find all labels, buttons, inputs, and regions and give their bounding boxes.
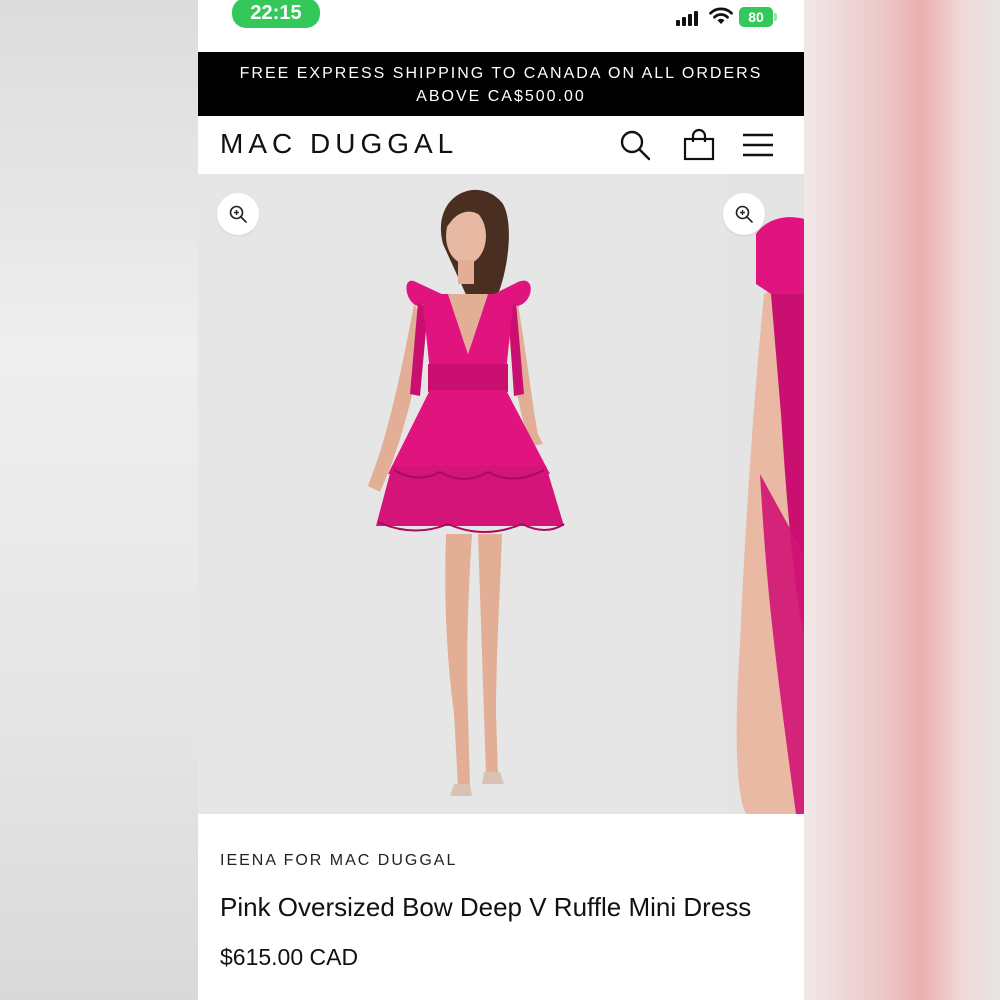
cellular-signal-icon	[676, 10, 702, 26]
wifi-icon	[709, 7, 733, 24]
next-product-image[interactable]	[726, 174, 804, 814]
battery-indicator: 80	[739, 7, 777, 27]
zoom-in-icon	[735, 205, 753, 223]
blurred-background-left	[0, 0, 198, 1000]
product-brand[interactable]: IEENA FOR MAC DUGGAL	[220, 852, 457, 870]
status-time: 22:15	[232, 0, 320, 28]
product-price: $615.00 CAD	[220, 944, 359, 970]
shopping-bag-icon[interactable]	[682, 128, 716, 162]
zoom-in-icon	[229, 205, 247, 223]
product-image-model	[368, 189, 565, 796]
status-bar: 22:15 80	[198, 0, 804, 52]
product-info: IEENA FOR MAC DUGGAL Pink Oversized Bow …	[198, 814, 804, 1000]
blurred-background-right	[804, 0, 1000, 1000]
site-header: MAC DUGGAL	[198, 116, 804, 174]
zoom-button[interactable]	[217, 193, 259, 235]
search-icon[interactable]	[618, 128, 652, 162]
promo-banner-text: FREE EXPRESS SHIPPING TO CANADA ON ALL O…	[239, 65, 763, 105]
phone-screen: 22:15 80 FREE EXPRESS SHIPPING TO CANADA…	[198, 0, 804, 1000]
brand-logo[interactable]: MAC DUGGAL	[220, 128, 458, 160]
product-title: Pink Oversized Bow Deep V Ruffle Mini Dr…	[220, 892, 752, 922]
hamburger-menu-icon[interactable]	[741, 128, 775, 162]
zoom-button-next[interactable]	[723, 193, 765, 235]
promo-banner[interactable]: FREE EXPRESS SHIPPING TO CANADA ON ALL O…	[198, 52, 804, 116]
next-image-dress-detail	[736, 217, 804, 814]
product-image-gallery[interactable]	[198, 174, 804, 814]
